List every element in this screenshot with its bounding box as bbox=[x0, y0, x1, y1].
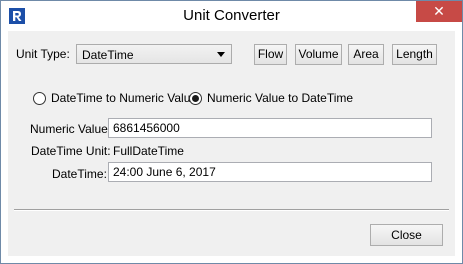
datetime-input[interactable] bbox=[108, 162, 432, 182]
close-icon: ✕ bbox=[433, 3, 445, 19]
flow-button[interactable]: Flow bbox=[254, 44, 287, 65]
window-close-button[interactable]: ✕ bbox=[416, 1, 462, 22]
window-title: Unit Converter bbox=[183, 7, 280, 24]
area-button[interactable]: Area bbox=[348, 44, 384, 65]
chevron-down-icon bbox=[217, 52, 225, 57]
footer-separator bbox=[14, 209, 449, 211]
unit-type-select[interactable]: DateTime bbox=[76, 44, 232, 64]
numeric-value-input[interactable] bbox=[108, 118, 432, 138]
radio-numeric-to-datetime[interactable] bbox=[189, 92, 202, 105]
length-button[interactable]: Length bbox=[392, 44, 437, 65]
datetime-label: DateTime: bbox=[52, 167, 107, 181]
datetime-unit-value: FullDateTime bbox=[113, 144, 184, 158]
numeric-value-label: Numeric Value: bbox=[30, 122, 112, 136]
volume-button[interactable]: Volume bbox=[295, 44, 342, 65]
radio-numeric-to-datetime-label[interactable]: Numeric Value to DateTime bbox=[207, 91, 353, 105]
unit-converter-window: Unit Converter ✕ Unit Type: DateTime Flo… bbox=[0, 0, 463, 264]
dialog-body: Unit Type: DateTime Flow Volume Area Len… bbox=[8, 31, 455, 256]
datetime-unit-label: DateTime Unit: bbox=[31, 144, 111, 158]
close-button[interactable]: Close bbox=[370, 224, 443, 246]
title-bar[interactable]: Unit Converter ✕ bbox=[1, 1, 462, 31]
radio-datetime-to-numeric-label[interactable]: DateTime to Numeric Value bbox=[51, 91, 197, 105]
unit-type-selected-value: DateTime bbox=[82, 48, 134, 62]
unit-type-label: Unit Type: bbox=[16, 47, 70, 61]
radio-datetime-to-numeric[interactable] bbox=[33, 92, 46, 105]
